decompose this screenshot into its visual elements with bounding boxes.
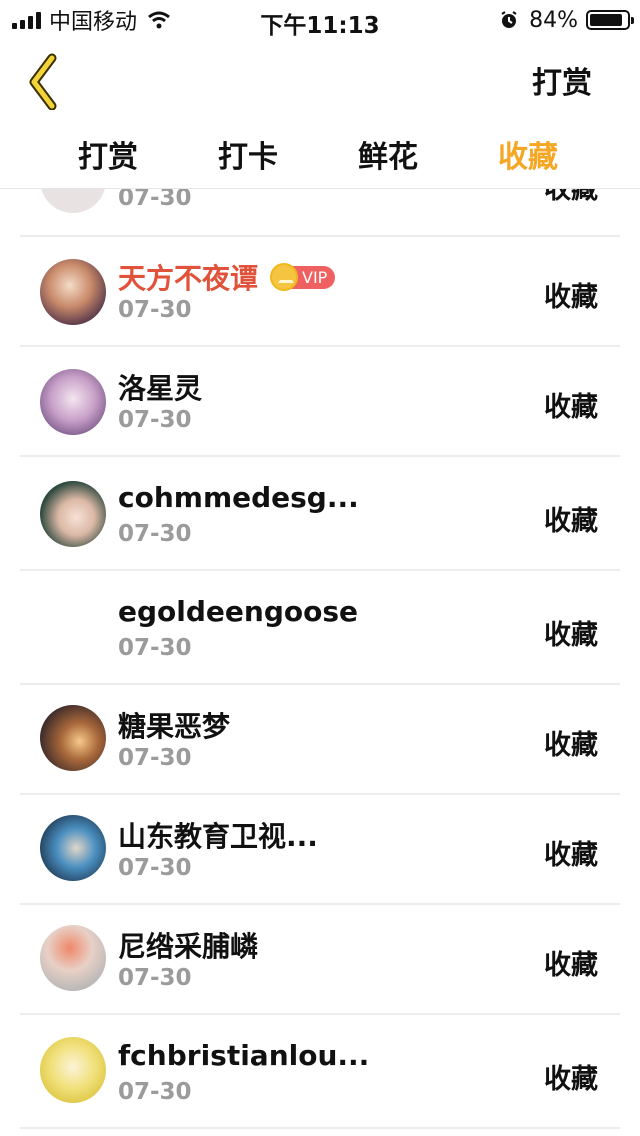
list-item-name: fchbristianlou... — [118, 1039, 370, 1072]
favorite-action[interactable]: 收藏 — [544, 385, 598, 424]
back-button[interactable] — [22, 50, 72, 111]
favorite-action[interactable]: 收藏 — [544, 833, 598, 872]
list-item-date: 07-30 — [118, 965, 192, 991]
favorite-action[interactable]: 收藏 — [544, 189, 598, 206]
tab-favorites[interactable]: 收藏 — [498, 132, 558, 176]
nav-title: 打赏 — [532, 66, 592, 101]
list-item-name: 洛星灵 — [118, 372, 203, 405]
username: 天方不夜谭 — [118, 262, 259, 295]
avatar — [40, 705, 106, 771]
favorite-action[interactable]: 收藏 — [544, 1057, 598, 1096]
chevron-left-icon — [29, 53, 57, 111]
alarm-icon — [501, 11, 517, 28]
avatar — [40, 1037, 106, 1103]
list-item-date: 07-30 — [118, 855, 192, 881]
avatar — [40, 189, 106, 213]
list-item-name: 山东教育卫视... — [118, 820, 318, 853]
list-item-date: 07-30 — [118, 297, 192, 323]
list-item[interactable]: 洛星灵 07-30 收藏 — [20, 347, 620, 457]
favorite-action[interactable]: 收藏 — [544, 499, 598, 538]
battery-icon — [586, 10, 634, 30]
avatar — [40, 259, 106, 325]
crown-icon — [270, 263, 299, 291]
avatar — [40, 369, 106, 435]
list-item[interactable]: 糖果恶梦 07-30 收藏 — [20, 685, 620, 795]
list-item-name: cohmmedesg... — [118, 481, 359, 514]
list-item-name: 天方不夜谭 VIP — [118, 257, 336, 297]
avatar — [40, 815, 106, 881]
list-item-date: 07-30 — [118, 635, 192, 661]
list-item-date: 07-30 — [118, 407, 192, 433]
list-item-name: 糖果恶梦 — [118, 710, 231, 743]
nav-bar: 打赏 — [0, 40, 640, 120]
list-item[interactable]: fchbristianlou... 07-30 收藏 — [20, 1015, 620, 1129]
list-item[interactable]: egoldeengoose 07-30 收藏 — [20, 571, 620, 685]
list-item-date: 07-30 — [118, 189, 192, 211]
tab-bar: 打赏 打卡 鲜花 收藏 — [0, 120, 640, 189]
tab-flowers[interactable]: 鲜花 — [358, 132, 418, 176]
avatar — [40, 481, 106, 547]
list-item-name: egoldeengoose — [118, 595, 358, 628]
favorite-action[interactable]: 收藏 — [544, 275, 598, 314]
list-item-date: 07-30 — [118, 745, 192, 771]
list-item[interactable]: cohmmedesg... 07-30 收藏 — [20, 457, 620, 571]
list-item-name: 尼绺采脯嶙 — [118, 930, 259, 963]
tab-reward[interactable]: 打赏 — [78, 132, 138, 176]
status-right: 84% — [499, 6, 634, 34]
list-item-date: 07-30 — [118, 1079, 192, 1105]
avatar — [40, 925, 106, 991]
list-item[interactable]: 山东教育卫视... 07-30 收藏 — [20, 795, 620, 905]
favorites-list: 07-30 收藏 天方不夜谭 VIP 07-30 收藏 洛星灵 07-30 收藏 … — [0, 189, 640, 1136]
list-item-date: 07-30 — [118, 521, 192, 547]
status-bar: 中国移动 下午11:13 84% — [0, 0, 640, 40]
favorite-action[interactable]: 收藏 — [544, 943, 598, 982]
list-item[interactable]: 07-30 收藏 — [20, 189, 620, 237]
list-item[interactable]: 天方不夜谭 VIP 07-30 收藏 — [20, 237, 620, 347]
battery-percent: 84% — [529, 7, 578, 33]
favorite-action[interactable]: 收藏 — [544, 723, 598, 762]
vip-badge: VIP — [270, 263, 336, 291]
favorite-action[interactable]: 收藏 — [544, 613, 598, 652]
list-item[interactable]: 尼绺采脯嶙 07-30 收藏 — [20, 905, 620, 1015]
tab-checkin[interactable]: 打卡 — [218, 132, 278, 176]
